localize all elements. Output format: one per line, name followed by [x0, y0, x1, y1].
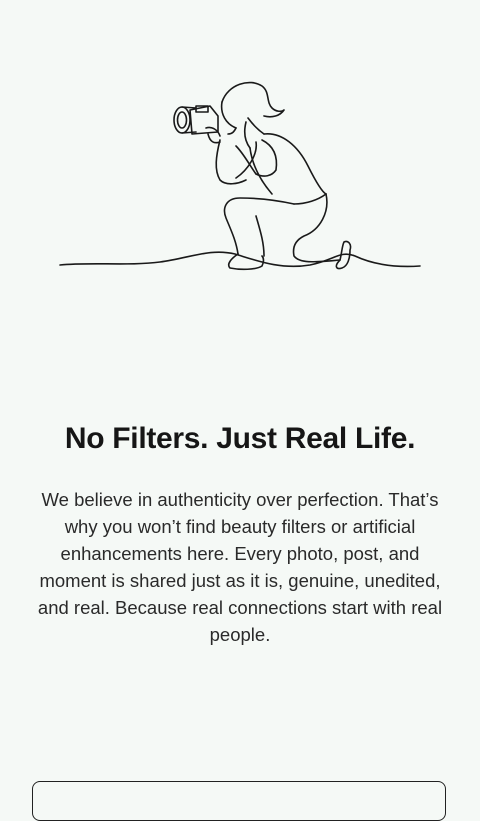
continue-button[interactable]: [32, 781, 446, 821]
description-text: We believe in authenticity over perfecti…: [37, 489, 443, 645]
page-title: No Filters. Just Real Life.: [64, 422, 416, 455]
photographer-illustration: [59, 81, 421, 271]
